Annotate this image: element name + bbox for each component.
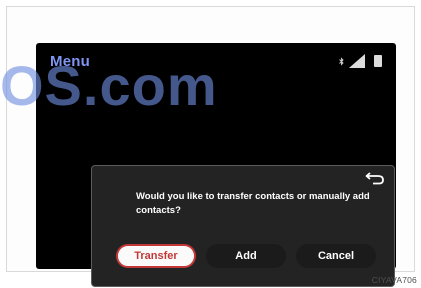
add-button[interactable]: Add (206, 244, 286, 268)
battery-icon (374, 55, 382, 67)
dialog-message: Would you like to transfer contacts or m… (136, 191, 370, 216)
bluetooth-icon (339, 57, 344, 66)
back-icon[interactable] (364, 170, 386, 186)
figure-caption: CIYAVA706 (371, 275, 417, 285)
cancel-button[interactable]: Cancel (296, 244, 376, 268)
watermark-text: OS.com (0, 54, 218, 117)
figure-frame: Menu Would you like to transfer contacts… (6, 6, 415, 287)
transfer-dialog: Would you like to transfer contacts or m… (91, 165, 395, 287)
signal-icon (349, 54, 365, 68)
transfer-button[interactable]: Transfer (116, 244, 196, 268)
